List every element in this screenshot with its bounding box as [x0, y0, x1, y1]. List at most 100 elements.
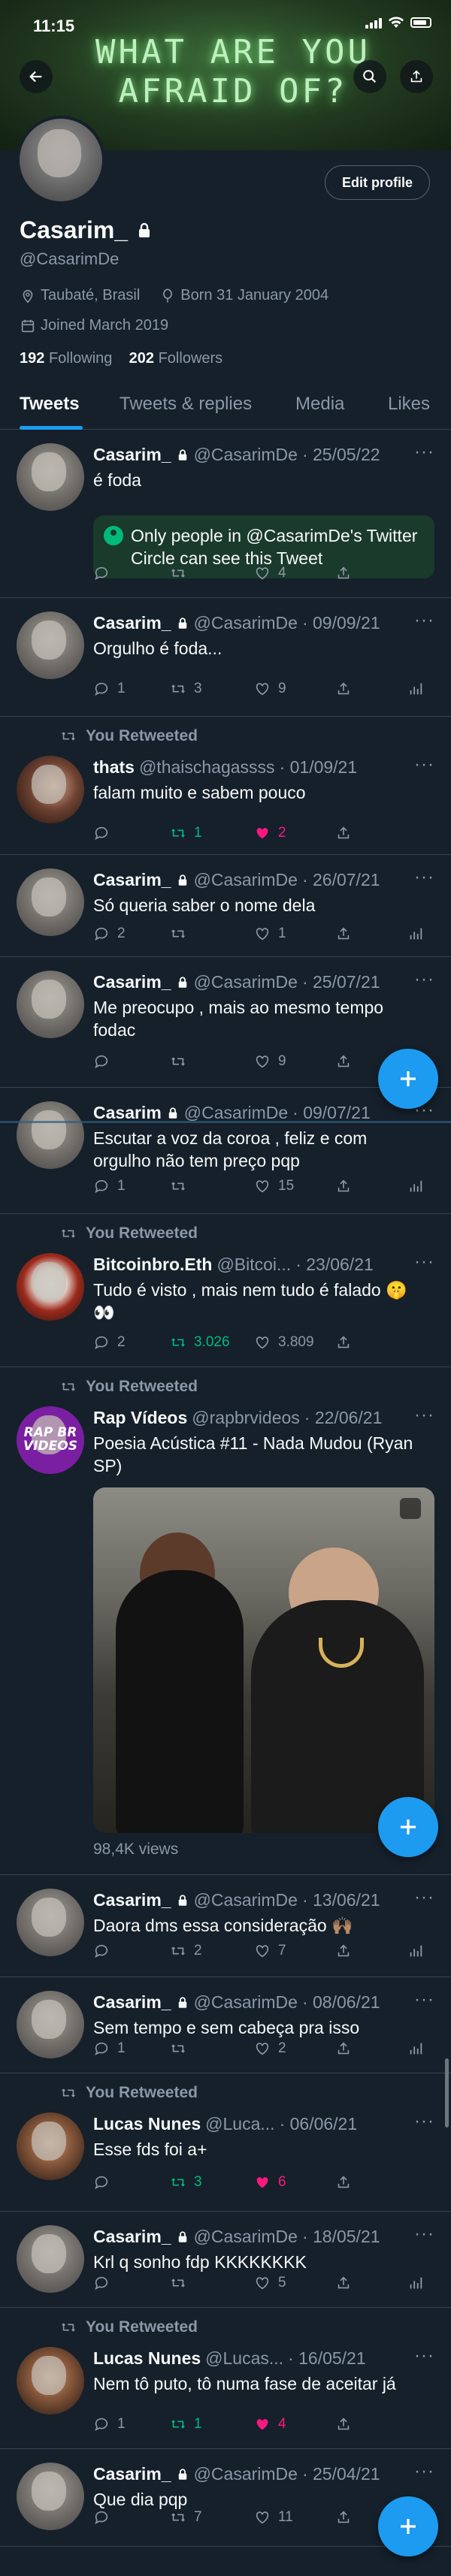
tweet-author-name[interactable]: Rap Vídeos: [93, 1408, 187, 1428]
search-button[interactable]: [353, 60, 386, 93]
retweet-button[interactable]: 1: [170, 2416, 202, 2433]
tweet-author-name[interactable]: Casarim_: [93, 1890, 171, 1910]
tweet-author-name[interactable]: Casarim_: [93, 613, 171, 633]
reply-button[interactable]: [93, 825, 117, 841]
tab-tweets[interactable]: Tweets: [20, 394, 80, 415]
tweet-item[interactable]: Casarim_ @CasarimDe · 08/06/21 ··· Sem tempo…: [0, 1977, 451, 2073]
like-button[interactable]: 7: [254, 1943, 286, 1959]
retweet-button[interactable]: 3: [170, 681, 202, 697]
share-button[interactable]: [335, 1334, 352, 1351]
analytics-button[interactable]: [407, 1178, 424, 1194]
tweet-avatar[interactable]: [17, 2225, 84, 2293]
compose-tweet-button[interactable]: [378, 1049, 438, 1109]
reply-button[interactable]: [93, 2275, 117, 2291]
tab-media[interactable]: Media: [295, 394, 344, 415]
retweet-button[interactable]: 2: [170, 1943, 202, 1959]
tweet-item[interactable]: You Retweeted Lucas Nunes @Luca... · 06/06/…: [0, 2073, 451, 2212]
more-options-icon[interactable]: ···: [414, 1887, 434, 1908]
tweet-item[interactable]: Casarim_ @CasarimDe · 18/05/21 ··· Krl q son…: [0, 2212, 451, 2308]
reply-button[interactable]: 2: [93, 1334, 126, 1351]
like-button[interactable]: 9: [254, 1053, 286, 1070]
tweet-avatar[interactable]: [17, 2347, 84, 2414]
tweet-item[interactable]: You Retweeted thats @thaischagassss · 01/09…: [0, 717, 451, 855]
tweet-avatar[interactable]: [17, 1101, 84, 1169]
like-button[interactable]: 4: [254, 565, 286, 581]
reply-button[interactable]: 1: [93, 2416, 126, 2433]
tweet-avatar[interactable]: [17, 1253, 84, 1321]
like-button[interactable]: 6: [254, 2174, 286, 2191]
more-options-icon[interactable]: ···: [414, 754, 434, 775]
share-button[interactable]: [335, 1053, 352, 1070]
tweet-avatar[interactable]: [17, 756, 84, 823]
like-button[interactable]: 2: [254, 2040, 286, 2057]
reply-button[interactable]: 2: [93, 926, 126, 942]
more-options-icon[interactable]: ···: [414, 969, 434, 990]
more-options-icon[interactable]: ···: [414, 2461, 434, 2482]
reply-button[interactable]: [93, 1943, 117, 1959]
retweet-button[interactable]: 3: [170, 2174, 202, 2191]
tweet-media-video[interactable]: [93, 1487, 434, 1833]
analytics-button[interactable]: [407, 1943, 424, 1959]
tweet-avatar[interactable]: [17, 612, 84, 679]
retweet-button[interactable]: 7: [170, 2509, 202, 2526]
following-link[interactable]: 192 Following: [20, 350, 112, 367]
more-options-icon[interactable]: ···: [414, 2224, 434, 2245]
reply-button[interactable]: [93, 565, 117, 581]
tweet-avatar[interactable]: [17, 443, 84, 511]
tweet-item[interactable]: Casarim_ @CasarimDe · 13/06/21 ··· Daora dms…: [0, 1875, 451, 1977]
tweet-avatar[interactable]: [17, 971, 84, 1038]
more-options-icon[interactable]: ···: [414, 2345, 434, 2366]
retweet-button[interactable]: [170, 1053, 194, 1070]
share-button[interactable]: [335, 2040, 352, 2057]
tab-likes[interactable]: Likes: [388, 394, 430, 415]
tweet-avatar[interactable]: [17, 2112, 84, 2180]
retweet-button[interactable]: [170, 926, 194, 942]
tweet-avatar[interactable]: [17, 1889, 84, 1956]
tweet-author-name[interactable]: Bitcoinbro.Eth: [93, 1255, 212, 1275]
tweet-avatar[interactable]: [17, 868, 84, 936]
analytics-button[interactable]: [407, 926, 424, 942]
tweet-author-name[interactable]: Lucas Nunes: [93, 2114, 201, 2134]
like-button[interactable]: 5: [254, 2275, 286, 2291]
share-button[interactable]: [335, 681, 352, 697]
compose-tweet-button-3[interactable]: [378, 2496, 438, 2556]
more-options-icon[interactable]: ···: [414, 1252, 434, 1273]
tweet-avatar[interactable]: RAP BR VIDEOS: [17, 1406, 84, 1474]
reply-button[interactable]: [93, 2509, 117, 2526]
more-options-icon[interactable]: ···: [414, 1405, 434, 1426]
retweet-button[interactable]: [170, 2275, 194, 2291]
share-button[interactable]: [335, 825, 352, 841]
reply-button[interactable]: [93, 1053, 117, 1070]
tweet-item[interactable]: You Retweeted Bitcoinbro.Eth @Bitcoi... · 2…: [0, 1214, 451, 1367]
edit-profile-button[interactable]: Edit profile: [325, 165, 430, 200]
retweet-button[interactable]: [170, 565, 194, 581]
reply-button[interactable]: 1: [93, 681, 126, 697]
tweet-item[interactable]: Casarim @CasarimDe · 09/07/21 ··· Escutar a …: [0, 1088, 451, 1214]
compose-tweet-button-2[interactable]: [378, 1797, 438, 1857]
like-button[interactable]: 2: [254, 825, 286, 841]
tweet-item[interactable]: Casarim_ @CasarimDe · 25/05/22 ··· é foda Onl…: [0, 430, 451, 598]
profile-avatar[interactable]: [17, 116, 105, 204]
tweet-item[interactable]: You Retweeted Lucas Nunes @Lucas... · 16/05…: [0, 2308, 451, 2449]
followers-link[interactable]: 202 Followers: [129, 350, 223, 367]
retweet-button[interactable]: [170, 1178, 194, 1194]
retweet-button[interactable]: 3.026: [170, 1334, 230, 1351]
share-button[interactable]: [335, 565, 352, 581]
more-options-icon[interactable]: ···: [414, 867, 434, 888]
retweet-button[interactable]: [170, 2040, 194, 2057]
reply-button[interactable]: 1: [93, 1178, 126, 1194]
analytics-button[interactable]: [407, 2040, 424, 2057]
share-profile-button[interactable]: [400, 60, 433, 93]
scrollbar[interactable]: [445, 2058, 449, 2128]
tweet-author-name[interactable]: Casarim_: [93, 445, 171, 465]
share-button[interactable]: [335, 926, 352, 942]
tweet-author-name[interactable]: Casarim_: [93, 2227, 171, 2247]
reply-button[interactable]: 1: [93, 2040, 126, 2057]
share-button[interactable]: [335, 2174, 352, 2191]
tweet-author-name[interactable]: Casarim_: [93, 1992, 171, 2013]
more-options-icon[interactable]: ···: [414, 442, 434, 463]
analytics-button[interactable]: [407, 2275, 424, 2291]
retweet-button[interactable]: 1: [170, 825, 202, 841]
like-button[interactable]: 3.809: [254, 1334, 314, 1351]
media-options-icon[interactable]: [400, 1498, 421, 1519]
